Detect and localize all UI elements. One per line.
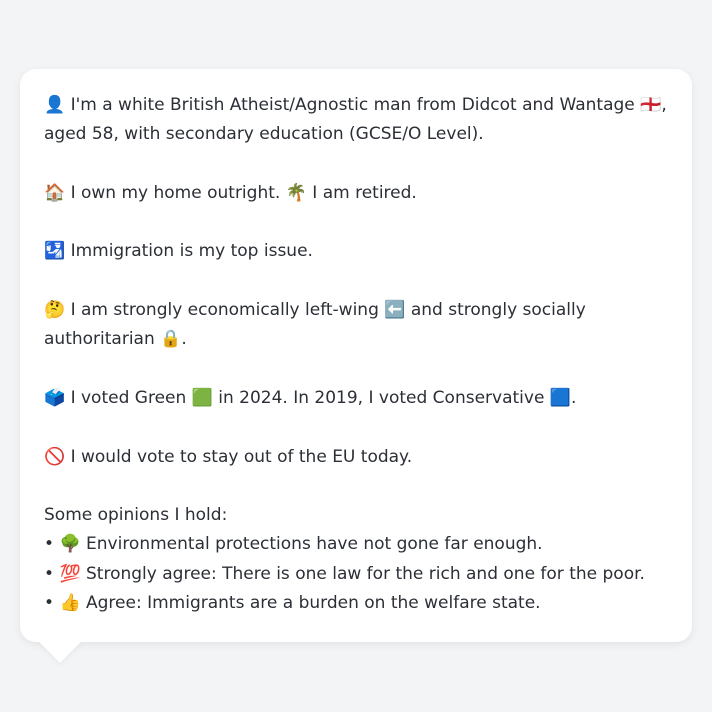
identity-line: 👤 I'm a white British Atheist/Agnostic m…: [44, 91, 668, 150]
ideology-text: I am strongly economically left-wing: [70, 300, 379, 321]
opinion-text: Agree: Immigrants are a burden on the we…: [86, 593, 541, 614]
prohibited-icon: 🚫: [44, 446, 66, 467]
thumbs-up-icon: 👍: [59, 593, 81, 614]
home-text: I own my home outright.: [70, 182, 281, 203]
opinion-text: Strongly agree: There is one law for the…: [86, 563, 645, 584]
ballot-box-icon: 🗳️: [44, 387, 66, 408]
blue-square-icon: 🟦: [549, 387, 571, 408]
england-flag-icon: 🏴󠁧󠁢󠁥󠁮󠁧󠁿: [640, 95, 662, 115]
vote-line: 🗳️ I voted Green 🟩 in 2024. In 2019, I v…: [44, 384, 668, 413]
green-square-icon: 🟩: [191, 387, 213, 408]
bullet: •: [44, 534, 55, 555]
eu-text: I would vote to stay out of the EU today…: [70, 446, 413, 467]
retired-text: I am retired.: [312, 182, 417, 203]
bullet: •: [44, 593, 55, 614]
bullet: •: [44, 563, 55, 584]
identity-text: I'm a white British Atheist/Agnostic man…: [70, 95, 635, 115]
vote-end: .: [571, 387, 577, 408]
eu-line: 🚫 I would vote to stay out of the EU tod…: [44, 443, 668, 472]
left-arrow-icon: ⬅️: [384, 300, 406, 321]
opinion-item: • 👍 Agree: Immigrants are a burden on th…: [44, 589, 668, 618]
opinion-text: Environmental protections have not gone …: [86, 534, 543, 555]
palm-tree-icon: 🌴: [285, 182, 307, 203]
ideology-end: .: [181, 329, 187, 350]
opinion-item: • 💯 Strongly agree: There is one law for…: [44, 560, 668, 589]
vote-text: I voted Green: [70, 387, 187, 408]
thinking-face-icon: 🤔: [44, 300, 66, 321]
house-icon: 🏠: [44, 182, 66, 203]
hundred-points-icon: 💯: [59, 563, 81, 584]
person-icon: 👤: [44, 95, 66, 115]
issue-text: Immigration is my top issue.: [70, 241, 313, 262]
vote-text-cont: in 2024. In 2019, I voted Conservative: [218, 387, 545, 408]
lock-icon: 🔒: [160, 329, 182, 350]
tree-icon: 🌳: [59, 534, 81, 555]
home-line: 🏠 I own my home outright. 🌴 I am retired…: [44, 179, 668, 208]
opinion-item: • 🌳 Environmental protections have not g…: [44, 530, 668, 559]
passport-control-icon: 🛂: [44, 241, 66, 262]
ideology-line: 🤔 I am strongly economically left-wing ⬅…: [44, 296, 668, 355]
message-bubble: 👤 I'm a white British Atheist/Agnostic m…: [20, 69, 692, 642]
issue-line: 🛂 Immigration is my top issue.: [44, 237, 668, 266]
opinions-heading: Some opinions I hold:: [44, 505, 228, 526]
bubble-tail: [39, 642, 81, 663]
